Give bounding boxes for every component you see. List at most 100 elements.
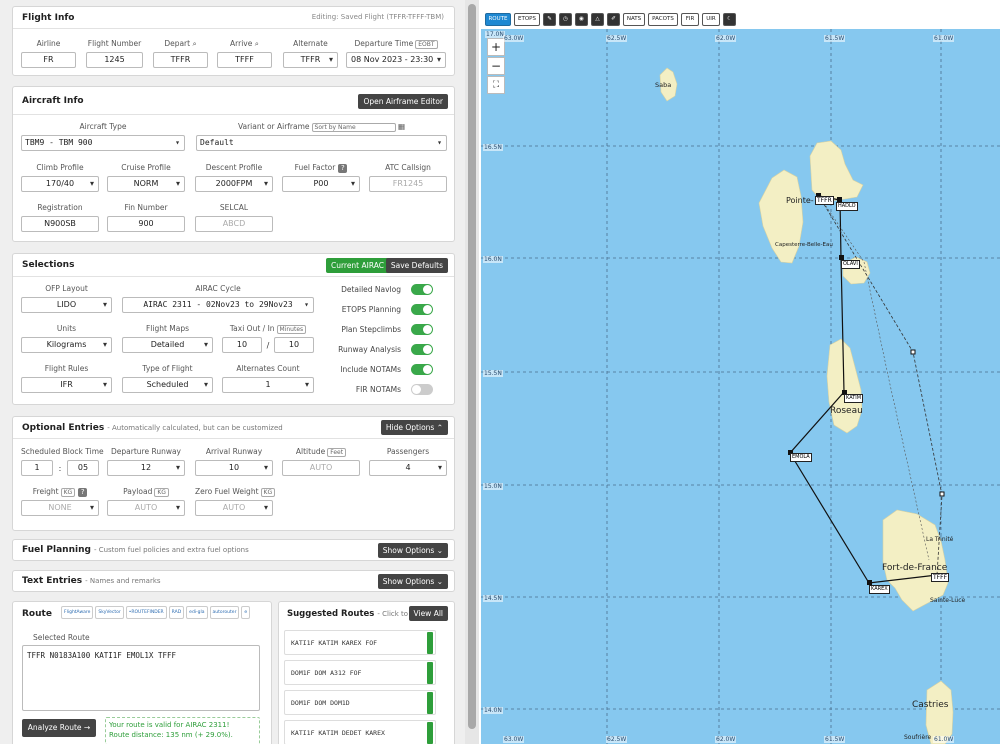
taxi-out-input[interactable]: 10: [222, 337, 262, 353]
map-toolbar-button[interactable]: ◉: [575, 13, 588, 26]
route-finder-logo[interactable]: RAD: [168, 606, 185, 619]
map-toolbar-button[interactable]: ✐: [607, 13, 620, 26]
registration-input[interactable]: N900SB: [21, 216, 99, 232]
flight-rules-select[interactable]: IFR: [21, 377, 112, 393]
map-toolbar-button[interactable]: ROUTE: [485, 13, 511, 26]
arrival-runway-select[interactable]: 10: [195, 460, 273, 476]
block-minutes-input[interactable]: 05: [66, 460, 99, 476]
route-finder-logo[interactable]: autorouter: [209, 606, 240, 619]
flight-maps-select[interactable]: Detailed: [122, 337, 213, 353]
toggle-switch[interactable]: [411, 364, 433, 375]
climb-profile-select[interactable]: 170/40: [21, 176, 99, 192]
route-finder-logo[interactable]: edi-gla: [186, 606, 208, 619]
kg-tag[interactable]: KG: [154, 488, 169, 497]
map-toolbar-button[interactable]: ☾: [723, 13, 736, 26]
suggested-route-item[interactable]: DOM1F DOM DOM1D: [284, 690, 436, 715]
fuel-planning-panel[interactable]: Fuel Planning - Custom fuel policies and …: [12, 539, 455, 561]
form-scrollbar[interactable]: [465, 0, 479, 744]
map-toolbar-button[interactable]: PACOTS: [648, 13, 678, 26]
analyze-route-button[interactable]: Analyze Route →: [22, 719, 96, 737]
save-defaults-button[interactable]: Save Defaults: [385, 258, 448, 273]
depart-input[interactable]: TFFR: [153, 52, 208, 68]
kg-tag[interactable]: KG: [60, 488, 76, 497]
waypoint-label[interactable]: KATIM: [844, 394, 864, 403]
units-select[interactable]: Kilograms: [21, 337, 112, 353]
fin-number-input[interactable]: 900: [107, 216, 185, 232]
altitude-input[interactable]: AUTO: [282, 460, 360, 476]
feet-tag[interactable]: Feet: [327, 448, 347, 457]
scrollbar-thumb[interactable]: [468, 4, 476, 729]
freight-select[interactable]: NONE: [21, 500, 99, 516]
eobt-tag[interactable]: EOBT: [415, 40, 438, 49]
block-hours-input[interactable]: 1: [21, 460, 53, 476]
atc-callsign-input[interactable]: FR1245: [369, 176, 447, 192]
toggle-switch[interactable]: [411, 304, 433, 315]
kg-tag[interactable]: KG: [260, 488, 276, 497]
map-toolbar-button[interactable]: NATS: [623, 13, 645, 26]
toggle-label: FIR NOTAMs: [355, 385, 401, 394]
map-toolbar-button[interactable]: ETOPS: [514, 13, 540, 26]
toggle-switch[interactable]: [411, 324, 433, 335]
suggested-route-item[interactable]: KATI1F KATIM KAREX FOF: [284, 630, 436, 655]
toggle-switch[interactable]: [411, 344, 433, 355]
map-toolbar-button[interactable]: △: [591, 13, 604, 26]
descent-profile-select[interactable]: 2000FPM: [195, 176, 273, 192]
waypoint-label[interactable]: TFFF: [931, 573, 950, 582]
map-toolbar-button[interactable]: ◷: [559, 13, 572, 26]
route-finder-logo[interactable]: SkyVector: [95, 606, 124, 619]
zoom-out-button[interactable]: −: [487, 57, 505, 75]
open-airframe-editor-button[interactable]: Open Airframe Editor: [358, 94, 448, 109]
flight-type-select[interactable]: Scheduled: [122, 377, 213, 393]
search-icon[interactable]: ⌕: [192, 39, 196, 48]
toggle-label: Detailed Navlog: [341, 285, 401, 294]
fuel-show-options-button[interactable]: Show Options ⌄: [377, 543, 448, 558]
search-icon[interactable]: ⌕: [255, 39, 259, 48]
variant-select[interactable]: Default: [196, 135, 447, 151]
waypoint-label[interactable]: HADLO: [836, 202, 858, 211]
route-finder-logo[interactable]: •ROUTEFINDER: [125, 606, 167, 619]
waypoint-label[interactable]: EMOLA: [790, 453, 812, 462]
suggested-route-item[interactable]: KATI1F KATIM DEDET KAREX: [284, 720, 436, 744]
payload-select[interactable]: AUTO: [107, 500, 185, 516]
lon-label: 61.5W: [824, 35, 846, 42]
calendar-icon[interactable]: ▦: [398, 122, 405, 131]
flight-number-input[interactable]: 1245: [86, 52, 143, 68]
departure-time-input[interactable]: 08 Nov 2023 - 23:30: [346, 52, 446, 68]
cruise-profile-select[interactable]: NORM: [107, 176, 185, 192]
selcal-input[interactable]: ABCD: [195, 216, 273, 232]
toggle-switch[interactable]: [411, 284, 433, 295]
current-airac-button[interactable]: Current AIRAC: [325, 258, 389, 273]
help-icon[interactable]: ?: [338, 164, 348, 173]
taxi-label: Taxi Out / In: [229, 324, 275, 333]
waypoint-label[interactable]: KAREX: [869, 585, 890, 594]
airac-cycle-select[interactable]: AIRAC 2311 - 02Nov23 to 29Nov23: [122, 297, 314, 313]
map-toolbar-button[interactable]: ✎: [543, 13, 556, 26]
text-show-options-button[interactable]: Show Options ⌄: [377, 574, 448, 589]
map-toolbar-button[interactable]: FIR: [681, 13, 699, 26]
view-all-button[interactable]: View All: [408, 606, 448, 621]
suggested-route-item[interactable]: DOM1F DOM A312 FOF: [284, 660, 436, 685]
hide-options-button[interactable]: Hide Options ⌃: [380, 420, 448, 435]
zfw-select[interactable]: AUTO: [195, 500, 273, 516]
passengers-select[interactable]: 4: [369, 460, 447, 476]
map-toolbar-button[interactable]: UIR: [702, 13, 720, 26]
route-map[interactable]: ROUTE ETOPS ✎ ◷ ◉ △ ✐ NATS PACOTS FIR UIR ☾ + − ⛶ 1…: [479, 0, 1000, 744]
flight-info-title: Flight Info: [22, 12, 75, 23]
help-icon[interactable]: ?: [78, 488, 88, 497]
route-finder-logo[interactable]: FlightAware: [61, 606, 94, 619]
route-textarea[interactable]: TFFR N0183A100 KATI1F EMOL1X TFFF: [22, 645, 260, 711]
waypoint-label[interactable]: TFFR: [815, 196, 834, 205]
waypoint-label[interactable]: OLAVI: [841, 260, 860, 269]
route-finder-logo[interactable]: e: [241, 606, 251, 619]
airline-input[interactable]: FR: [21, 52, 76, 68]
departure-runway-select[interactable]: 12: [107, 460, 185, 476]
aircraft-type-select[interactable]: TBM9 - TBM 900: [21, 135, 185, 151]
fuel-factor-select[interactable]: P00: [282, 176, 360, 192]
sort-select[interactable]: Sort by Name: [311, 123, 396, 132]
text-entries-panel[interactable]: Text Entries - Names and remarks Show Opt…: [12, 570, 455, 592]
fullscreen-icon[interactable]: ⛶: [487, 76, 505, 94]
toggle-switch[interactable]: [411, 384, 433, 395]
ofp-layout-select[interactable]: LIDO: [21, 297, 112, 313]
alternate-select[interactable]: TFFR: [283, 52, 338, 68]
arrive-input[interactable]: TFFF: [217, 52, 272, 68]
